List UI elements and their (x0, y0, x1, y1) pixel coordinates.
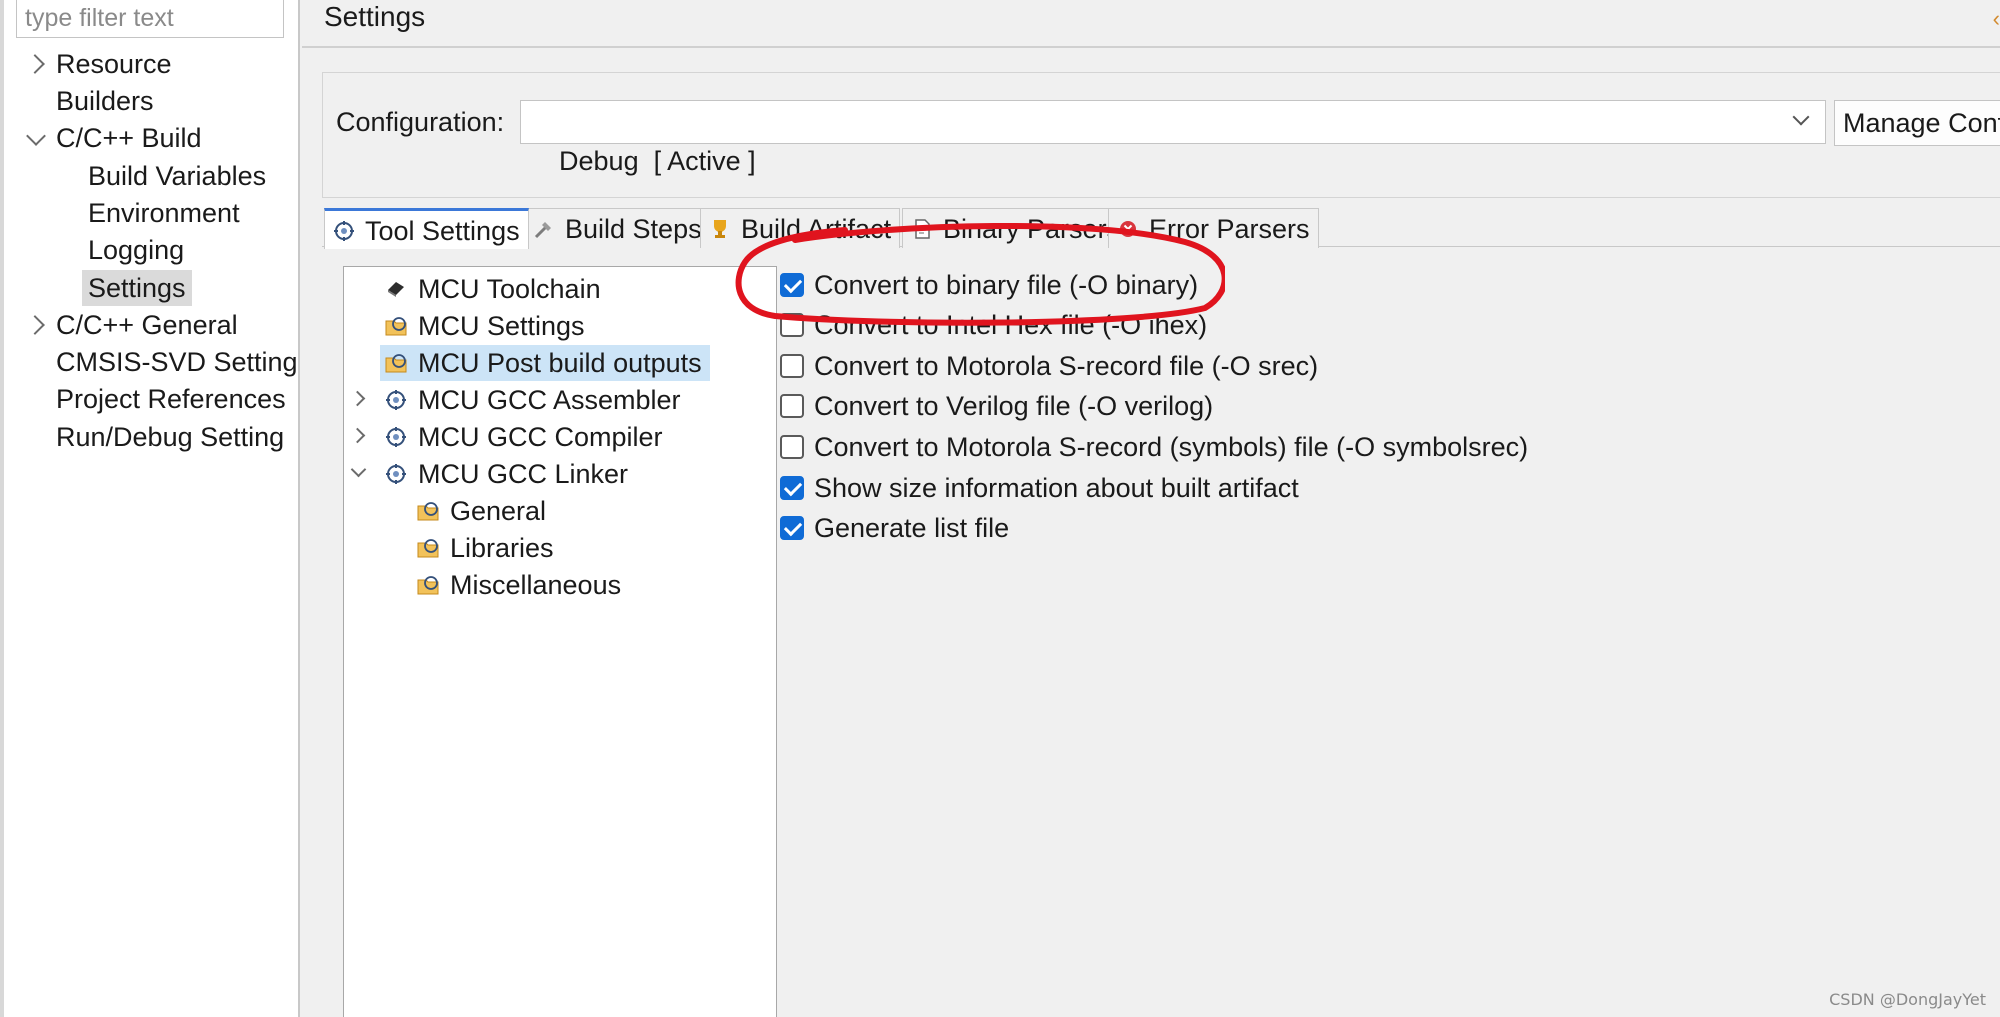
nav-item-run-debug[interactable]: Run/Debug Setting (56, 419, 284, 455)
folder-tool-icon (417, 576, 439, 595)
chevron-down-icon[interactable] (1792, 108, 1810, 126)
option-show-size[interactable]: Show size information about built artifa… (780, 470, 1299, 506)
folder-tool-icon (385, 354, 407, 373)
option-label: Convert to Intel Hex file (-O ihex) (814, 310, 1208, 340)
tab-error-parsers[interactable]: Error Parsers (1108, 208, 1319, 248)
nav-item-logging[interactable]: Logging (88, 232, 184, 268)
nav-item-environment[interactable]: Environment (88, 195, 240, 231)
tree-item-label: Libraries (450, 533, 554, 563)
option-label: Convert to Motorola S-record file (-O sr… (814, 351, 1319, 381)
tree-item-post-build-outputs[interactable]: MCU Post build outputs (380, 345, 710, 381)
tree-item-label: Miscellaneous (450, 570, 622, 600)
tree-item-gcc-linker[interactable]: MCU GCC Linker (380, 456, 636, 492)
chevron-right-icon[interactable] (349, 390, 366, 407)
build-steps-icon (534, 222, 551, 239)
trophy-icon (714, 220, 726, 238)
checkbox-generate-list[interactable] (780, 516, 804, 540)
tree-item-linker-miscellaneous[interactable]: Miscellaneous (412, 567, 629, 603)
checkbox-convert-verilog[interactable] (780, 394, 804, 418)
error-icon (1120, 221, 1136, 237)
window-edge (0, 0, 4, 1017)
nav-item-builders[interactable]: Builders (56, 83, 154, 119)
option-convert-binary[interactable]: Convert to binary file (-O binary) (780, 267, 1198, 303)
option-generate-list[interactable]: Generate list file (780, 510, 1009, 546)
tree-item-label: General (450, 496, 547, 526)
chevron-right-icon[interactable] (25, 315, 45, 335)
tree-item-mcu-toolchain[interactable]: MCU Toolchain (380, 271, 609, 307)
watermark: CSDN @DongJayYet (1829, 990, 1986, 1009)
tree-item-label: MCU Post build outputs (418, 348, 702, 378)
option-label: Generate list file (814, 513, 1010, 543)
checkbox-convert-ihex[interactable] (780, 313, 804, 337)
tree-item-mcu-settings[interactable]: MCU Settings (380, 308, 593, 344)
nav-item-cpp-build[interactable]: C/C++ Build (56, 120, 202, 156)
tab-label: Build Steps (565, 214, 702, 244)
chevron-right-icon[interactable] (349, 427, 366, 444)
folder-tool-icon (417, 539, 439, 558)
tool-icon (386, 427, 406, 447)
option-label: Convert to Motorola S-record (symbols) f… (814, 432, 1529, 462)
page-title: Settings (324, 1, 426, 32)
option-convert-symbolsrec[interactable]: Convert to Motorola S-record (symbols) f… (780, 429, 1528, 465)
tree-item-linker-libraries[interactable]: Libraries (412, 530, 562, 566)
tab-binary-parsers[interactable]: Binary Parsers (902, 208, 1130, 248)
tab-build-steps[interactable]: Build Steps (524, 208, 711, 248)
option-label: Show size information about built artifa… (814, 473, 1299, 503)
tool-icon (386, 464, 406, 484)
option-convert-srec[interactable]: Convert to Motorola S-record file (-O sr… (780, 348, 1318, 384)
tree-item-label: MCU GCC Compiler (418, 422, 663, 452)
checkbox-convert-symbolsrec[interactable] (780, 435, 804, 459)
tool-icon (386, 390, 406, 410)
checkbox-show-size[interactable] (780, 476, 804, 500)
chevron-down-icon[interactable] (26, 126, 46, 146)
folder-tool-icon (385, 317, 407, 336)
tree-item-label: MCU Toolchain (418, 274, 601, 304)
tab-label: Error Parsers (1149, 214, 1310, 244)
nav-item-build-variables[interactable]: Build Variables (88, 158, 266, 194)
nav-item-cpp-general[interactable]: C/C++ General (56, 307, 238, 343)
configuration-label: Configuration: (336, 107, 505, 137)
chip-icon (388, 282, 404, 297)
property-nav-pane: type filter text Resource Builders C/C++… (0, 0, 300, 1017)
option-convert-ihex[interactable]: Convert to Intel Hex file (-O ihex) (780, 307, 1207, 343)
chevron-right-icon[interactable] (25, 54, 45, 74)
tab-build-artifact[interactable]: Build Artifact (700, 208, 901, 248)
checkbox-convert-binary[interactable] (780, 273, 804, 297)
tool-settings-icon (334, 221, 354, 241)
tree-item-label: MCU GCC Assembler (418, 385, 681, 415)
tool-settings-tree: MCU Toolchain MCU Settings MCU Post buil… (343, 266, 777, 1017)
nav-item-project-references[interactable]: Project References (56, 381, 286, 417)
configuration-select[interactable]: Debug [ Active ] (520, 100, 1826, 176)
tree-item-gcc-assembler[interactable]: MCU GCC Assembler (380, 382, 689, 418)
tab-tool-settings[interactable]: Tool Settings (324, 208, 529, 249)
option-label: Convert to binary file (-O binary) (814, 270, 1199, 300)
filter-input[interactable]: type filter text (16, 0, 284, 38)
tab-label: Binary Parsers (943, 214, 1121, 244)
folder-tool-icon (417, 502, 439, 521)
checkbox-convert-srec[interactable] (780, 354, 804, 378)
tab-label: Tool Settings (365, 216, 520, 246)
nav-item-resource[interactable]: Resource (56, 46, 172, 82)
option-label: Convert to Verilog file (-O verilog) (814, 391, 1214, 421)
manage-configurations-button[interactable]: Manage Conf (1834, 100, 2000, 146)
chevron-down-icon[interactable] (350, 461, 367, 478)
nav-item-settings[interactable]: Settings (82, 270, 192, 306)
tree-item-linker-general[interactable]: General (412, 493, 554, 529)
nav-item-cmsis-svd[interactable]: CMSIS-SVD Setting (56, 344, 298, 380)
back-arrow-icon[interactable]: ‹ (1993, 6, 2000, 32)
settings-page: Settings ‹ Configuration: Debug [ Active… (302, 0, 2000, 1017)
tab-label: Build Artifact (741, 214, 892, 244)
configuration-value: Debug [ Active ] (559, 146, 756, 176)
tree-item-gcc-compiler[interactable]: MCU GCC Compiler (380, 419, 671, 455)
document-icon (915, 219, 930, 239)
option-convert-verilog[interactable]: Convert to Verilog file (-O verilog) (780, 388, 1213, 424)
tree-item-label: MCU Settings (418, 311, 585, 341)
tree-item-label: MCU GCC Linker (418, 459, 629, 489)
header-divider (302, 46, 2000, 48)
